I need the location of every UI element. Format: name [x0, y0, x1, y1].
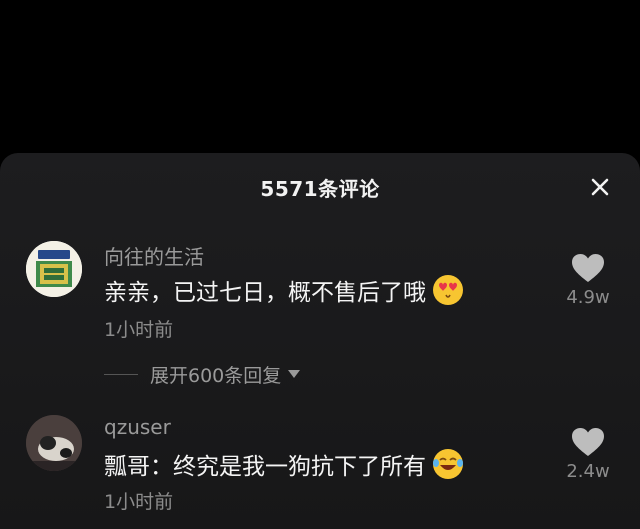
- comment-text: 瓢哥：终究是我一狗抗下了所有: [104, 454, 426, 480]
- divider-line: [104, 373, 138, 375]
- heart-icon: [572, 254, 604, 282]
- close-icon: [591, 178, 609, 196]
- comments-header: 5571条评论: [0, 153, 640, 221]
- avatar-image: [26, 241, 82, 297]
- comments-sheet: 5571条评论 向往的生活 亲亲，已过七日，概不售后了哦 1小时前 4.9w 展…: [0, 153, 640, 529]
- close-button[interactable]: [586, 173, 614, 201]
- avatar[interactable]: [26, 415, 82, 471]
- comment-text-row: 亲亲，已过七日，概不售后了哦: [104, 273, 464, 307]
- comment-item: qzuser 瓢哥：终究是我一狗抗下了所有 1小时前 2.4w: [0, 415, 640, 529]
- expand-replies-button[interactable]: 展开600条回复: [104, 362, 301, 387]
- chevron-down-icon: [288, 370, 301, 378]
- avatar-image: [26, 415, 82, 471]
- like-button[interactable]: 2.4w: [560, 427, 616, 482]
- heart-icon: [572, 428, 604, 456]
- comment-count-title: 5571条评论: [260, 177, 380, 201]
- laughing-tears-emoji-icon: [433, 449, 463, 479]
- comment-text-row: 瓢哥：终究是我一狗抗下了所有: [104, 447, 464, 481]
- like-count: 4.9w: [566, 287, 610, 308]
- expand-replies-label: 展开600条回复: [150, 364, 282, 387]
- like-button[interactable]: 4.9w: [560, 253, 616, 308]
- avatar[interactable]: [26, 241, 82, 297]
- comment-item: 向往的生活 亲亲，已过七日，概不售后了哦 1小时前 4.9w: [0, 239, 640, 349]
- comment-username[interactable]: 向往的生活: [104, 241, 204, 270]
- comment-time: 1小时前: [104, 319, 174, 341]
- comment-text: 亲亲，已过七日，概不售后了哦: [104, 280, 426, 306]
- comment-username[interactable]: qzuser: [104, 415, 171, 439]
- comment-time: 1小时前: [104, 491, 174, 513]
- like-count: 2.4w: [566, 461, 610, 482]
- heart-eyes-emoji-icon: [433, 275, 463, 305]
